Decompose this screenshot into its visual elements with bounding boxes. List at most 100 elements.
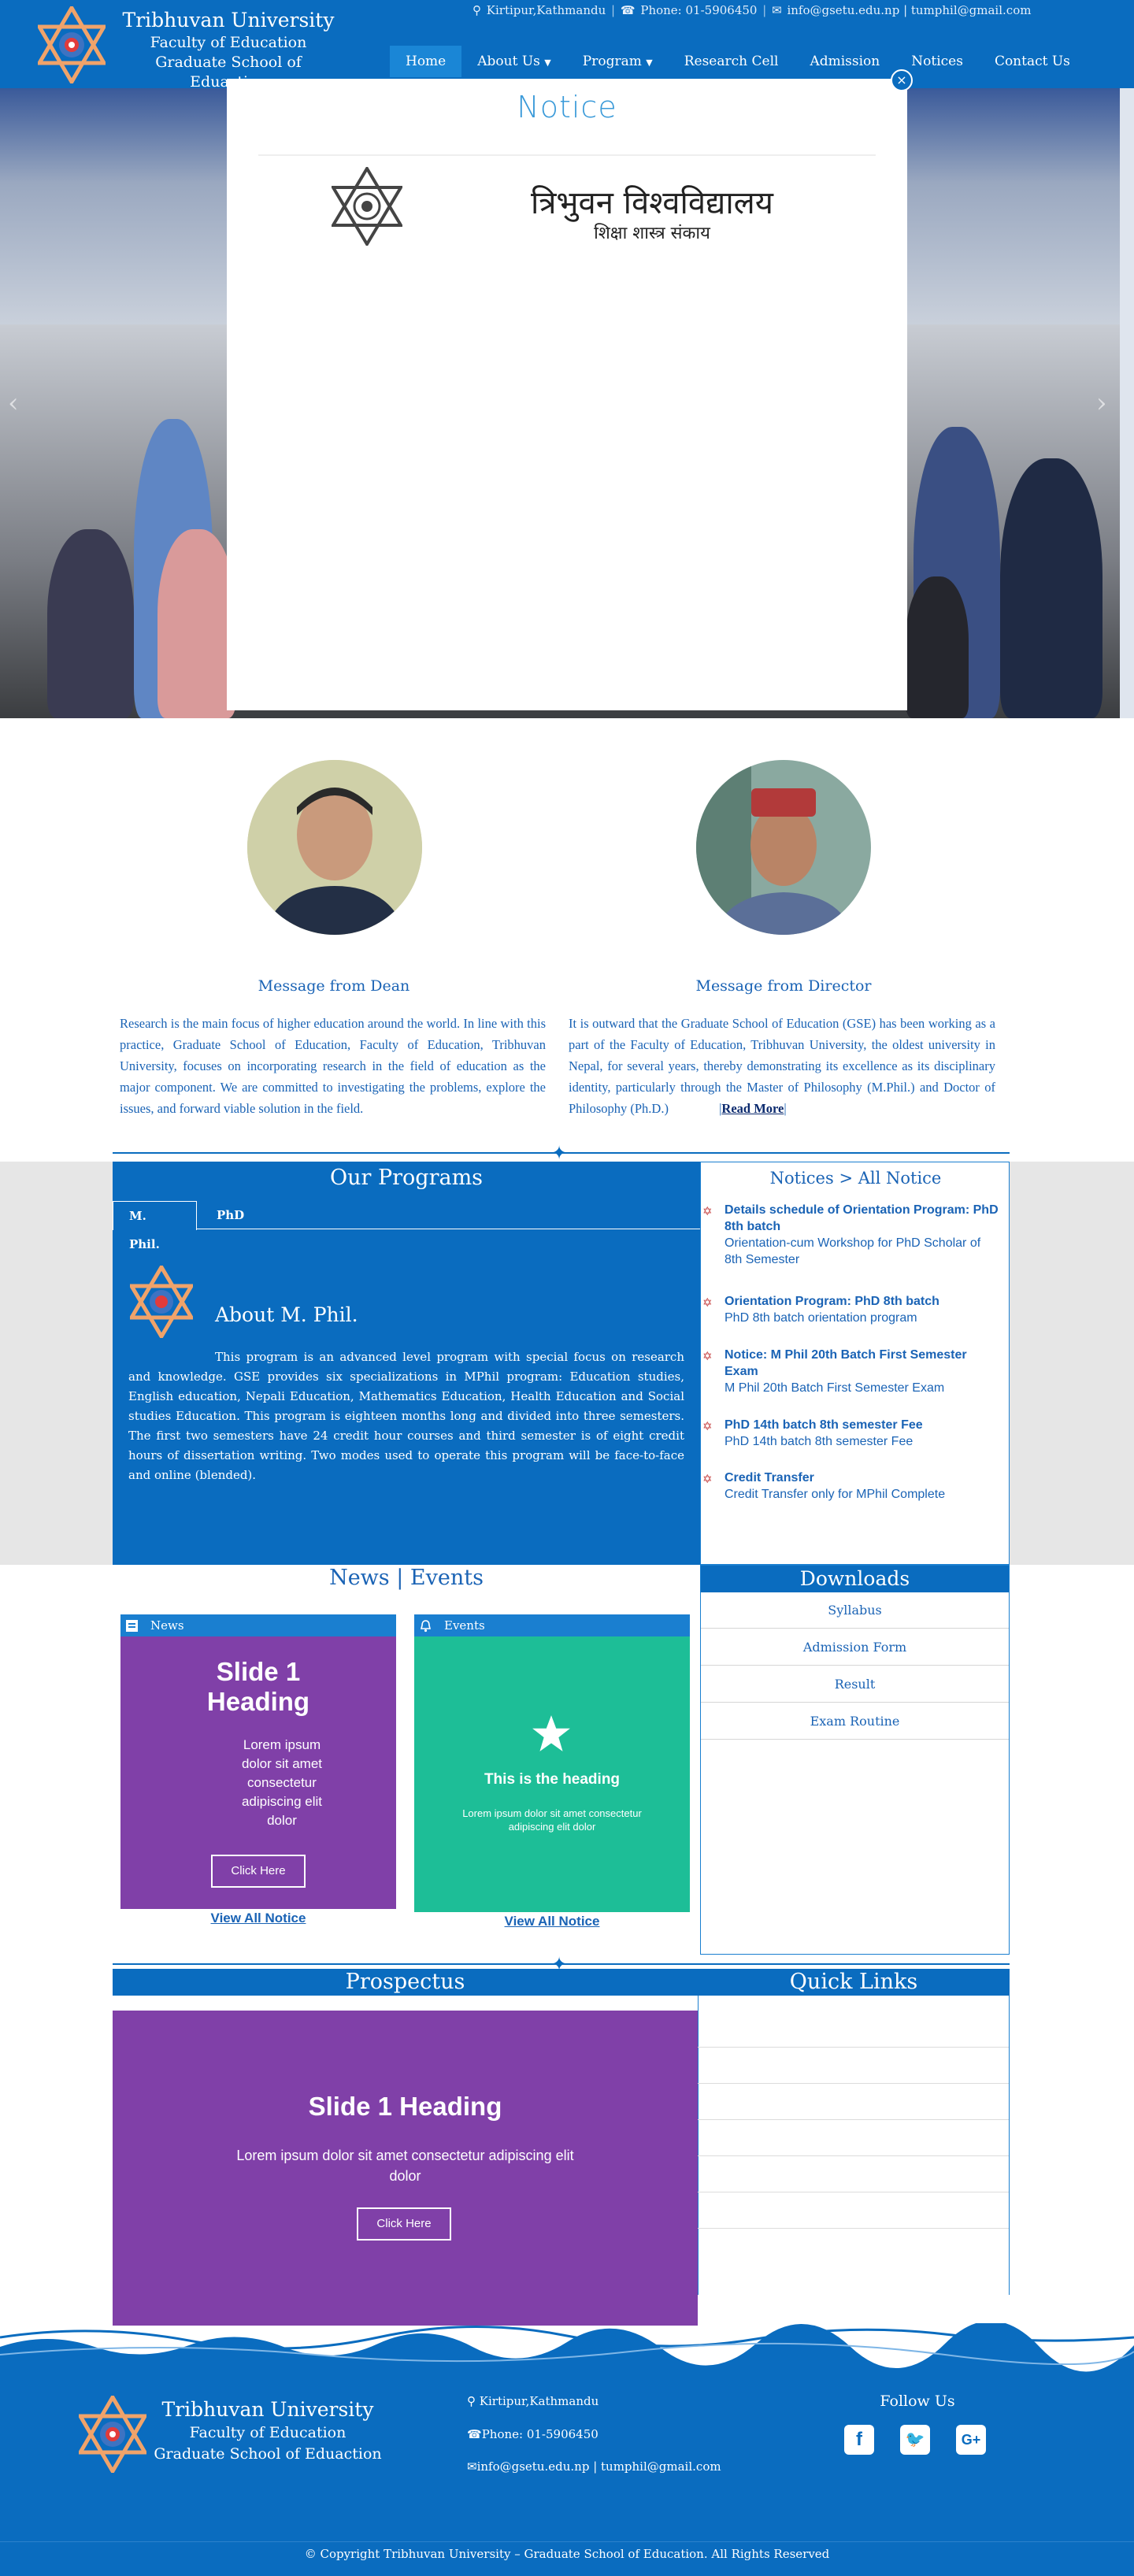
quick-link-row[interactable] [698,2192,1009,2229]
notice-item-title[interactable]: Details schedule of Orientation Program:… [724,1202,1000,1235]
phone-icon: ☎ [467,2427,482,2441]
notice-item-desc: PhD 8th batch orientation program [724,1311,917,1325]
star-of-david-icon: ✡ [702,1420,713,1433]
director-message-title: Message from Director [695,977,872,995]
dean-portrait [247,760,422,935]
site-subtitle-faculty: Faculty of Education [150,34,307,51]
nav-home[interactable]: Home [390,46,462,77]
prospectus-title: Prospectus [113,1969,698,1996]
download-result[interactable]: Result [701,1666,1009,1703]
notice-item-title[interactable]: Orientation Program: PhD 8th batch [724,1293,1000,1310]
hero-photo-wall-strip [1120,88,1134,718]
notice-item-desc: Orientation-cum Workshop for PhD Scholar… [724,1236,981,1266]
footer-phone: ☎Phone: 01-5906450 [467,2427,598,2441]
notice-item-desc: PhD 14th batch 8th semester Fee [724,1435,914,1448]
quick-link-row[interactable] [698,2048,1009,2084]
bell-icon [420,1620,432,1633]
top-emails[interactable]: info@gsetu.edu.np | tumphil@gmail.com [787,3,1031,17]
newspaper-icon [126,1620,138,1632]
director-avatar [696,760,871,935]
events-slide-heading: This is the heading [484,1771,621,1788]
quick-link-row[interactable] [698,2084,1009,2120]
tab-phd[interactable]: PhD [201,1201,260,1229]
notices-title[interactable]: Notices > All Notice [701,1162,1010,1194]
nav-contact-us[interactable]: Contact Us [979,46,1086,77]
footer-subtitle-school: Graduate School of Eduaction [154,2445,382,2463]
quick-links-title: Quick Links [698,1969,1010,1996]
downloads-title: Downloads [701,1566,1009,1592]
modal-title: Notice [517,90,617,124]
notice-item-title[interactable]: Credit Transfer [724,1470,1000,1486]
notice-item-title[interactable]: Notice: M Phil 20th Batch First Semester… [724,1347,1000,1380]
follow-us-title: Follow Us [880,2393,955,2410]
notice-item[interactable]: ✡ Details schedule of Orientation Progra… [702,1202,1000,1268]
nav-about-us[interactable]: About Us ▼ [461,46,567,77]
quick-link-row[interactable] [698,2156,1009,2192]
tab-mphil[interactable]: M. Phil. [113,1201,197,1251]
news-card-header: News [120,1614,396,1636]
news-label: News [150,1618,184,1633]
events-slide-text: Lorem ipsum dolor sit amet consectetur a… [462,1807,642,1833]
footer-university-logo [79,2396,146,2473]
site-footer: Tribhuvan University Faculty of Educatio… [0,2323,1134,2576]
footer-phone-text: Phone: 01-5906450 [481,2427,598,2441]
quick-link-row[interactable] [698,2011,1009,2048]
notice-item[interactable]: ✡ Notice: M Phil 20th Batch First Semest… [702,1347,1000,1396]
news-slide-text: Lorem ipsum dolor sit amet consectetur a… [241,1737,323,1828]
twitter-icon[interactable]: 🐦 [900,2425,930,2455]
notice-item[interactable]: ✡ PhD 14th batch 8th semester Fee PhD 14… [702,1417,1000,1450]
prospectus-click-here-button[interactable]: Click Here [357,2207,451,2241]
close-icon[interactable]: × [891,69,913,91]
news-events-title: News | Events [329,1566,484,1590]
prospectus-slide-text: Lorem ipsum dolor sit amet consectetur a… [236,2148,574,2184]
dean-avatar [247,760,422,935]
footer-email[interactable]: ✉info@gsetu.edu.np | tumphil@gmail.com [467,2459,721,2474]
star-icon [532,1715,570,1751]
chevron-down-icon: ▼ [544,57,551,68]
events-view-all-link[interactable]: View All Notice [414,1914,690,1929]
notice-university-name: त्रिभुवन विश्वविद्यालय [530,185,774,221]
notice-university-logo [332,167,402,246]
notice-item-title[interactable]: PhD 14th batch 8th semester Fee [724,1417,1000,1433]
nav-program[interactable]: Program ▼ [567,46,669,77]
top-location: Kirtipur,Kathmandu [486,3,606,17]
footer-email-text[interactable]: info@gsetu.edu.np | tumphil@gmail.com [477,2459,721,2474]
carousel-next-icon[interactable]: › [1096,387,1107,419]
programs-title: Our Programs [329,1166,484,1190]
nav-research-cell[interactable]: Research Cell [669,46,795,77]
carousel-prev-icon[interactable]: ‹ [8,387,19,419]
news-slide-heading: Slide 1 Heading [206,1657,310,1716]
footer-subtitle-faculty: Faculty of Education [189,2424,346,2441]
footer-location-text: Kirtipur,Kathmandu [479,2394,599,2408]
notices-panel: Notices > All Notice ✡ Details schedule … [700,1162,1010,1565]
news-view-all-link[interactable]: View All Notice [120,1911,396,1926]
program-description-text: This program is an advanced level progra… [128,1350,684,1482]
hero-photo-person [1000,458,1102,718]
site-header: Tribhuvan University Faculty of Educatio… [0,0,1134,91]
events-card-header: Events [414,1614,690,1636]
nav-admission[interactable]: Admission [794,46,895,77]
main-nav: Home About Us ▼ Program ▼ Research Cell … [390,46,1086,77]
news-click-here-button[interactable]: Click Here [211,1855,306,1888]
dean-message-title: Message from Dean [258,977,410,995]
star-of-david-icon: ✡ [702,1205,713,1218]
copyright-text: © Copyright Tribhuvan University – Gradu… [304,2547,830,2561]
program-description: This program is an advanced level progra… [128,1347,684,1485]
downloads-panel: Downloads Syllabus Admission Form Result… [700,1565,1010,1955]
notice-item[interactable]: ✡ Orientation Program: PhD 8th batch PhD… [702,1293,1000,1326]
facebook-icon[interactable]: f [844,2425,874,2455]
notice-item-desc: Credit Transfer only for MPhil Complete [724,1488,946,1501]
nav-about-us-label: About Us [477,54,540,69]
read-more-link[interactable]: Read More [721,1101,784,1116]
google-plus-icon[interactable]: G+ [956,2425,986,2455]
map-marker-icon: ⚲ [467,2394,476,2408]
download-exam-routine[interactable]: Exam Routine [701,1703,1009,1740]
download-syllabus[interactable]: Syllabus [701,1592,1009,1629]
notice-item[interactable]: ✡ Credit Transfer Credit Transfer only f… [702,1470,1000,1503]
university-logo[interactable] [38,6,106,83]
quick-link-row[interactable] [698,2120,1009,2156]
map-marker-icon: ⚲ [472,3,481,17]
site-title: Tribhuvan University [122,9,335,32]
programs-panel: Our Programs M. Phil. PhD About M. Phil.… [113,1162,700,1565]
download-admission-form[interactable]: Admission Form [701,1629,1009,1666]
